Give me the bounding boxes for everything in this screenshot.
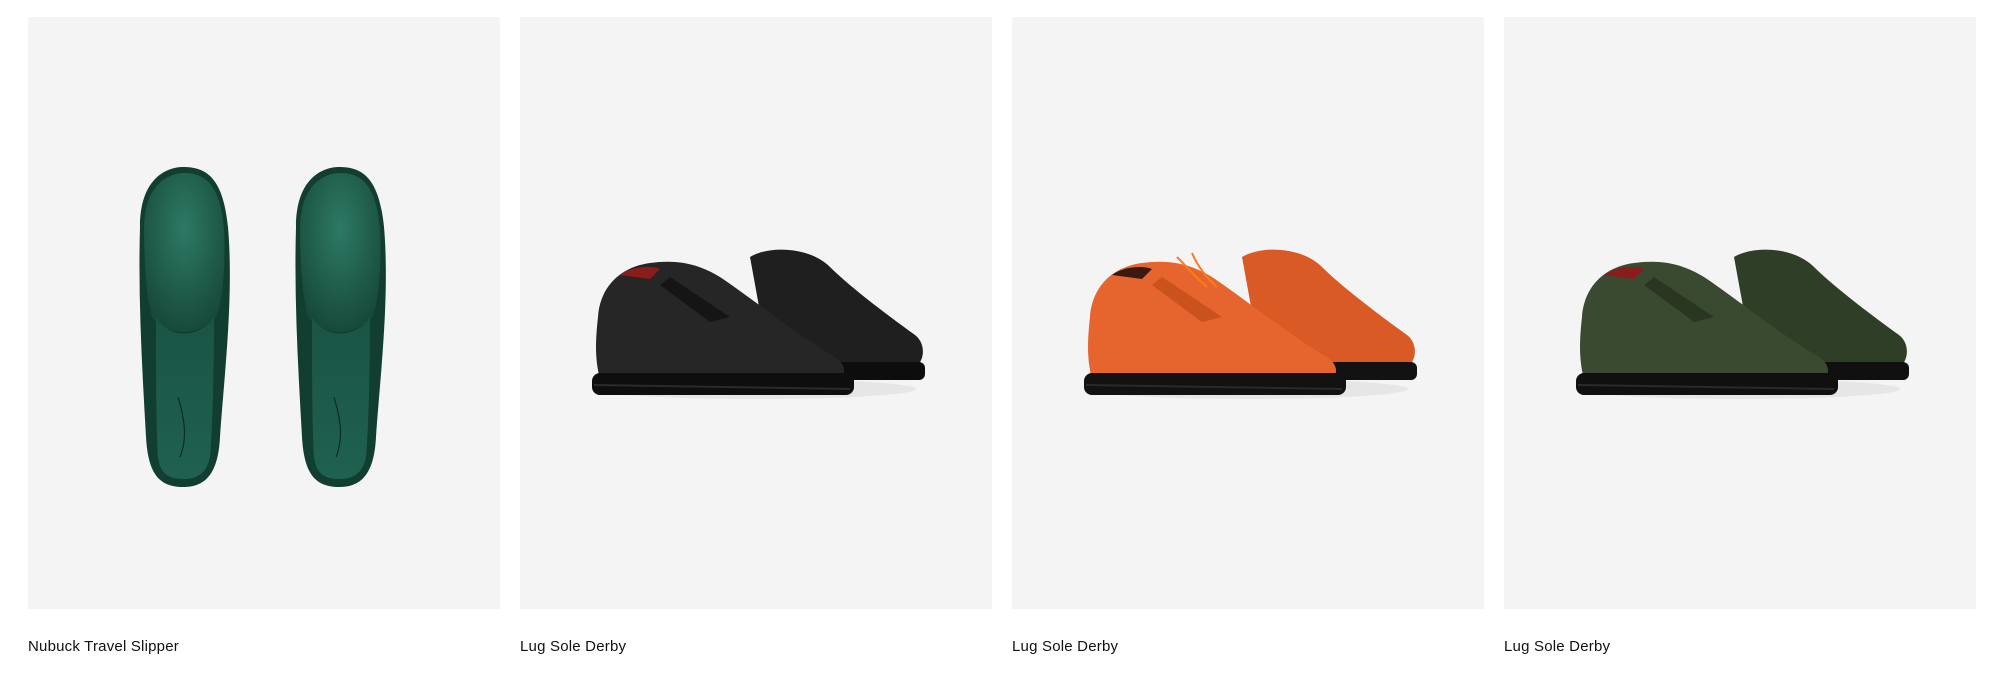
product-name[interactable]: Lug Sole Derby (1504, 638, 1976, 656)
product-card-lug-sole-derby-olive[interactable]: Lug Sole Derby (1504, 17, 1976, 656)
olive-derby-shoe-image (1576, 249, 1909, 399)
product-card-nubuck-travel-slipper[interactable]: Nubuck Travel Slipper (28, 17, 500, 656)
product-name[interactable]: Lug Sole Derby (520, 638, 992, 656)
product-card-lug-sole-derby-black[interactable]: Lug Sole Derby (520, 17, 992, 656)
product-image-container[interactable] (1012, 17, 1484, 609)
black-derby-shoe-image (592, 249, 925, 399)
product-name[interactable]: Nubuck Travel Slipper (28, 638, 500, 656)
green-nubuck-slipper-image (139, 167, 386, 487)
product-card-lug-sole-derby-orange[interactable]: Lug Sole Derby (1012, 17, 1484, 656)
orange-derby-shoe-image (1084, 249, 1417, 399)
product-image-container[interactable] (1504, 17, 1976, 609)
product-image-container[interactable] (28, 17, 500, 609)
product-image-container[interactable] (520, 17, 992, 609)
product-name[interactable]: Lug Sole Derby (1012, 638, 1484, 656)
product-grid: Nubuck Travel Slipper Lug Sole Derby Lug… (28, 17, 1977, 656)
